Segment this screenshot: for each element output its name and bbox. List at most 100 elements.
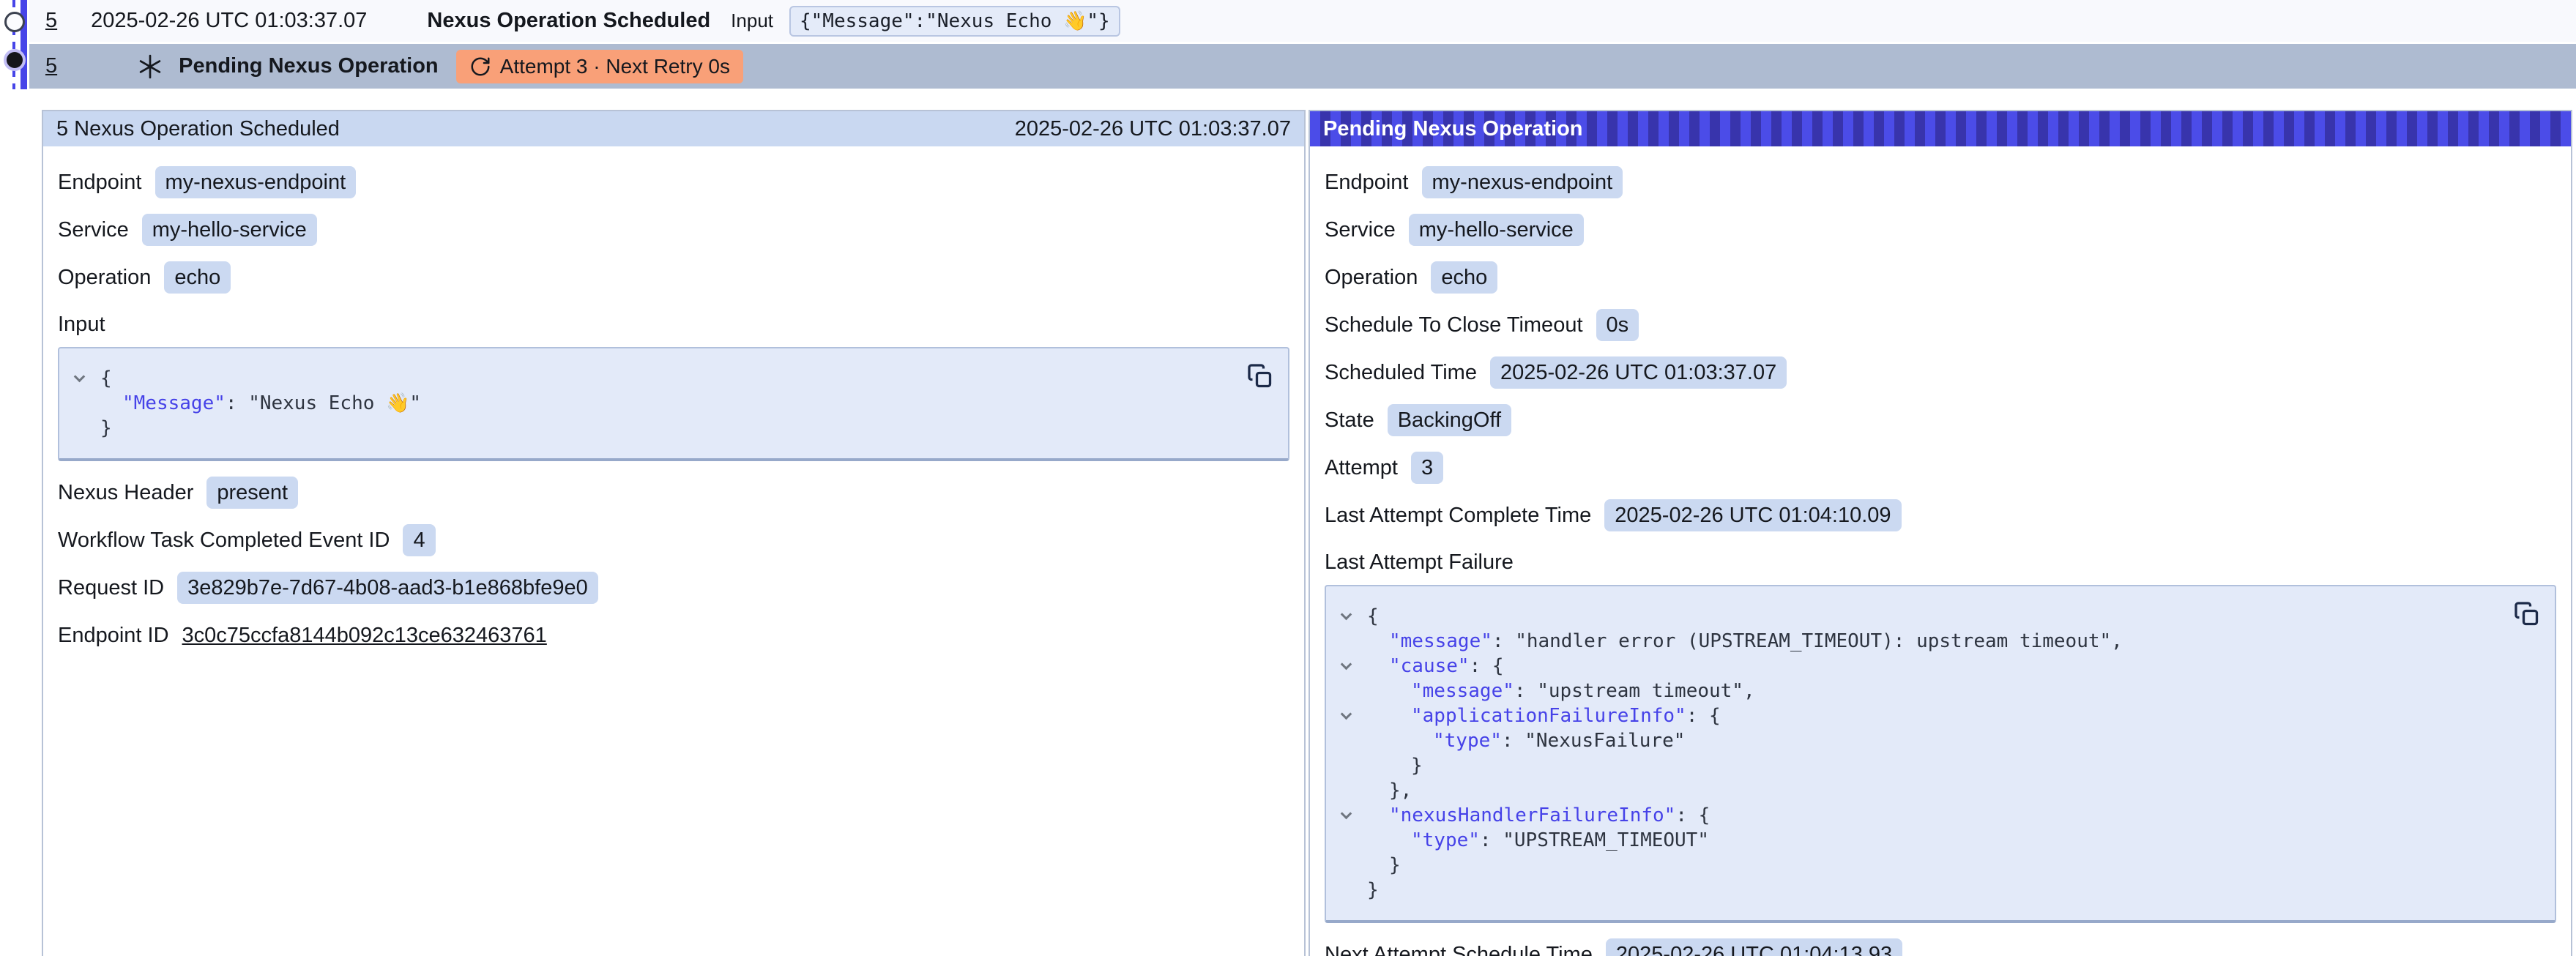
json-text: : { [1470,655,1504,677]
field-value-chip: 0s [1596,309,1639,341]
json-line: "applicationFailureInfo": { [1326,703,2504,728]
field-value-chip: my-hello-service [1409,214,1584,246]
field-row: State BackingOff [1325,404,2556,436]
field-label: State [1325,408,1374,433]
panel-title: 5 Nexus Operation Scheduled [56,117,340,141]
input-json-block: {"Message": "Nexus Echo 👋"} [58,347,1289,461]
json-text: : "handler error (UPSTREAM_TIMEOUT): ups… [1492,630,2123,652]
json-text: } [100,417,112,439]
field-value-chip: 2025-02-26 UTC 01:03:37.07 [1490,356,1787,389]
json-text: { [1367,605,1379,627]
field-value-chip: 2025-02-26 UTC 01:04:13.93 [1606,938,1902,956]
json-key: "type" [1411,829,1480,851]
event-history-view: 5 2025-02-26 UTC 01:03:37.07 Nexus Opera… [0,0,2576,956]
field-row: Scheduled Time2025-02-26 UTC 01:03:37.07 [1325,356,2556,389]
json-line: } [1326,753,2504,778]
pending-asterisk-icon [138,54,163,79]
input-label: Input [731,10,773,32]
collapse-chevron-icon[interactable] [1341,659,1352,671]
json-key: "cause" [1389,655,1470,677]
retry-status-badge: Attempt 3 · Next Retry 0s [456,50,743,83]
json-key: "Message" [122,392,226,414]
retry-badge-text: Attempt 3 · Next Retry 0s [500,55,730,78]
field-value-chip: 4 [403,524,435,556]
field-label: Workflow Task Completed Event ID [58,529,390,553]
copy-button[interactable] [1247,363,1273,389]
field-group-top: Endpoint my-nexus-endpoint Service my-hello… [1325,166,2556,531]
input-preview-chip: {"Message":"Nexus Echo 👋"} [789,6,1120,37]
json-text: : "NexusFailure" [1502,730,1685,752]
collapse-chevron-icon[interactable] [1341,609,1352,621]
failure-section-label: Last Attempt Failure [1325,550,2556,575]
copy-button[interactable] [2514,601,2540,627]
scheduled-event-panel: 5 Nexus Operation Scheduled 2025-02-26 U… [42,110,1306,956]
field-value-chip: BackingOff [1388,404,1511,436]
field-value-chip: present [206,477,298,509]
field-value-chip: my-hello-service [142,214,317,246]
json-text: }, [1389,780,1412,802]
field-label: Request ID [58,576,164,600]
json-line: { [1326,604,2504,629]
json-line: } [1326,878,2504,903]
event-title: Nexus Operation Scheduled [427,9,710,33]
field-value-chip: 3 [1411,452,1443,484]
json-line: "type": "UPSTREAM_TIMEOUT" [1326,828,2504,853]
event-id-link[interactable]: 5 [45,9,57,33]
panel-title: Pending Nexus Operation [1323,117,1583,141]
retry-icon [469,56,491,78]
json-text: : { [1686,705,1721,727]
json-line: } [1326,853,2504,878]
timeline-active-indicator-bar [21,0,27,89]
field-label: Operation [58,266,151,290]
input-section-label: Input [58,313,1289,337]
event-timestamp: 2025-02-26 UTC 01:03:37.07 [91,9,367,33]
field-value-chip: echo [164,261,231,294]
field-label: Service [1325,218,1396,242]
field-row: Service my-hello-service [1325,214,2556,246]
detail-panels: 5 Nexus Operation Scheduled 2025-02-26 U… [42,110,2572,956]
json-line: "message": "upstream timeout", [1326,679,2504,703]
field-label: Nexus Header [58,481,193,505]
event-id-link[interactable]: 5 [45,54,57,78]
json-text: } [1389,854,1401,876]
field-row: Request ID3e829b7e-7d67-4b08-aad3-b1e868… [58,572,1289,604]
field-row: Next Attempt Schedule Time2025-02-26 UTC… [1325,938,2556,956]
timeline-node-open-icon [4,12,25,32]
pending-operation-row[interactable]: 5 Pending Nexus Operation Attempt 3 · Ne… [29,44,2576,89]
field-group-top: Endpointmy-nexus-endpoint Service my-hello… [58,166,1289,294]
json-line: "cause": { [1326,654,2504,679]
event-row-scheduled[interactable]: 5 2025-02-26 UTC 01:03:37.07 Nexus Opera… [29,0,2576,42]
field-label: Last Attempt Complete Time [1325,504,1591,528]
collapse-chevron-icon[interactable] [1341,709,1352,720]
field-label: Operation [1325,266,1418,290]
json-key: "applicationFailureInfo" [1411,705,1686,727]
field-group-bottom: Nexus Header present Workflow Task Complet… [58,477,1289,651]
collapse-chevron-icon[interactable] [74,371,86,383]
field-value-chip: echo [1431,261,1497,294]
json-line: "type": "NexusFailure" [1326,728,2504,753]
timeline-node-current-icon [7,52,23,68]
field-value-link[interactable]: 3c0c75ccfa8144b092c13ce632463761 [182,624,547,648]
collapse-chevron-icon[interactable] [1341,808,1352,820]
field-row: Schedule To Close Timeout0s [1325,309,2556,341]
field-row: Last Attempt Complete Time2025-02-26 UTC… [1325,499,2556,531]
json-text: : "upstream timeout", [1514,680,1755,702]
field-label: Service [58,218,129,242]
scheduled-panel-header: 5 Nexus Operation Scheduled 2025-02-26 U… [43,111,1304,146]
json-key: "type" [1433,730,1502,752]
json-key: "nexusHandlerFailureInfo" [1389,804,1675,826]
field-row: Endpoint my-nexus-endpoint [1325,166,2556,198]
field-row: Endpointmy-nexus-endpoint [58,166,1289,198]
json-key: "message" [1389,630,1492,652]
field-value-chip: my-nexus-endpoint [1422,166,1623,198]
json-text: : "Nexus Echo 👋" [226,392,421,414]
field-value-chip: my-nexus-endpoint [155,166,357,198]
pending-panel-header: Pending Nexus Operation [1310,111,2571,146]
field-row: Workflow Task Completed Event ID 4 [58,524,1289,556]
field-label: Endpoint [1325,171,1409,195]
json-text: : "UPSTREAM_TIMEOUT" [1480,829,1709,851]
json-key: "message" [1411,680,1514,702]
field-row: Attempt3 [1325,452,2556,484]
field-row: Nexus Header present [58,477,1289,509]
json-line: "Message": "Nexus Echo 👋" [59,391,1237,416]
